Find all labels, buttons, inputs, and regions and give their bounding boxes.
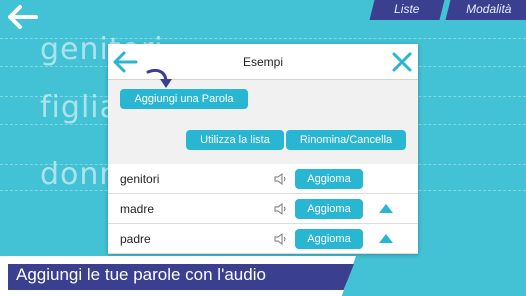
use-list-button[interactable]: Utilizza la lista: [186, 130, 284, 150]
word-label: padre: [120, 232, 151, 246]
app-screen: genitori figlia donna Liste Modalità Ese…: [0, 0, 526, 296]
update-button[interactable]: Aggioma: [295, 229, 363, 249]
dialog-toolbar: Aggiungi una Parola Utilizza la lista Ri…: [108, 68, 418, 164]
update-button[interactable]: Aggioma: [295, 199, 363, 219]
update-button[interactable]: Aggioma: [295, 169, 363, 189]
caption-text: Aggiungi le tue parole con l'audio: [16, 265, 266, 284]
add-word-button[interactable]: Aggiungi una Parola: [120, 89, 248, 109]
tab-label: Modalità: [466, 2, 512, 16]
rename-delete-button[interactable]: Rinomina/Cancella: [286, 130, 406, 150]
speaker-icon[interactable]: [274, 233, 288, 245]
list-item[interactable]: padre Aggioma: [108, 224, 418, 254]
word-label: madre: [120, 202, 155, 216]
back-arrow-icon[interactable]: [6, 4, 38, 30]
close-icon[interactable]: [390, 50, 414, 74]
move-up-icon[interactable]: [379, 204, 393, 213]
move-up-icon[interactable]: [379, 234, 393, 243]
speaker-icon[interactable]: [274, 173, 288, 185]
tab-liste[interactable]: Liste: [369, 0, 445, 20]
speaker-icon[interactable]: [274, 203, 288, 215]
tab-label: Liste: [394, 2, 420, 16]
list-item[interactable]: genitori Aggioma: [108, 164, 418, 194]
tab-modalita[interactable]: Modalità: [445, 0, 526, 20]
examples-dialog: Esempi Aggiungi una Parola Utilizza la l…: [108, 44, 418, 254]
word-label: genitori: [120, 172, 160, 186]
list-item[interactable]: madre Aggioma: [108, 194, 418, 224]
